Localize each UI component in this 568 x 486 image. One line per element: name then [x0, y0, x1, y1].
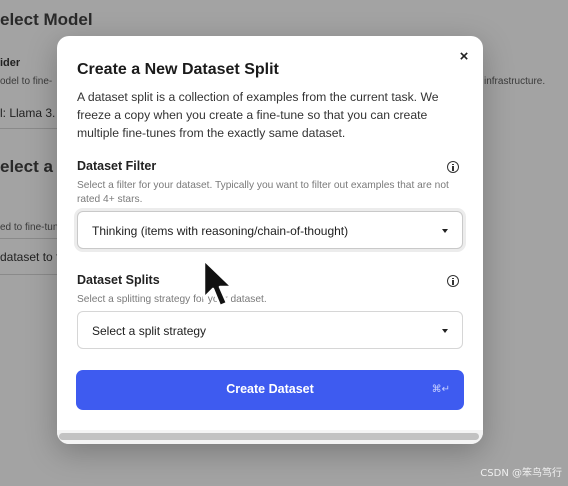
horizontal-scrollbar[interactable] [57, 430, 483, 444]
dataset-filter-label: Dataset Filter [77, 159, 157, 173]
create-dataset-label: Create Dataset [226, 382, 314, 396]
background-split-desc: ed to fine-tune [0, 222, 64, 233]
dataset-filter-help: Select a filter for your dataset. Typica… [77, 180, 449, 205]
scrollbar-thumb[interactable] [59, 433, 479, 440]
chevron-down-icon [442, 229, 448, 233]
info-icon[interactable] [447, 275, 459, 287]
dialog-description: A dataset split is a collection of examp… [77, 90, 439, 140]
background-provider-label: ider [0, 57, 21, 69]
background-provider-desc: odel to fine- [0, 76, 53, 87]
info-icon[interactable] [447, 161, 459, 173]
create-dataset-button[interactable]: Create Dataset ⌘↵ [76, 370, 464, 410]
close-icon[interactable]: × [456, 49, 472, 65]
create-dataset-split-dialog: Create a New Dataset Split × A dataset s… [57, 36, 483, 444]
dataset-splits-help: Select a splitting strategy for your dat… [77, 294, 267, 305]
dataset-splits-select[interactable]: Select a split strategy [77, 311, 463, 349]
dataset-splits-value: Select a split strategy [92, 324, 207, 338]
background-model-value[interactable]: l: Llama 3. [0, 106, 55, 120]
dialog-title: Create a New Dataset Split [77, 61, 279, 78]
dataset-filter-select[interactable]: Thinking (items with reasoning/chain-of-… [77, 211, 463, 249]
chevron-down-icon [442, 329, 448, 333]
keyboard-shortcut-hint: ⌘↵ [431, 384, 450, 395]
background-divider [0, 274, 57, 275]
background-divider [0, 238, 57, 239]
mouse-cursor-icon [202, 258, 234, 308]
background-right-desc: infrastructure. [484, 76, 546, 87]
dataset-filter-value: Thinking (items with reasoning/chain-of-… [92, 224, 349, 238]
background-divider [0, 128, 57, 129]
watermark: CSDN @笨鸟笃行 [480, 468, 562, 479]
background-heading: elect Model [0, 10, 93, 29]
dataset-splits-label: Dataset Splits [77, 273, 160, 287]
